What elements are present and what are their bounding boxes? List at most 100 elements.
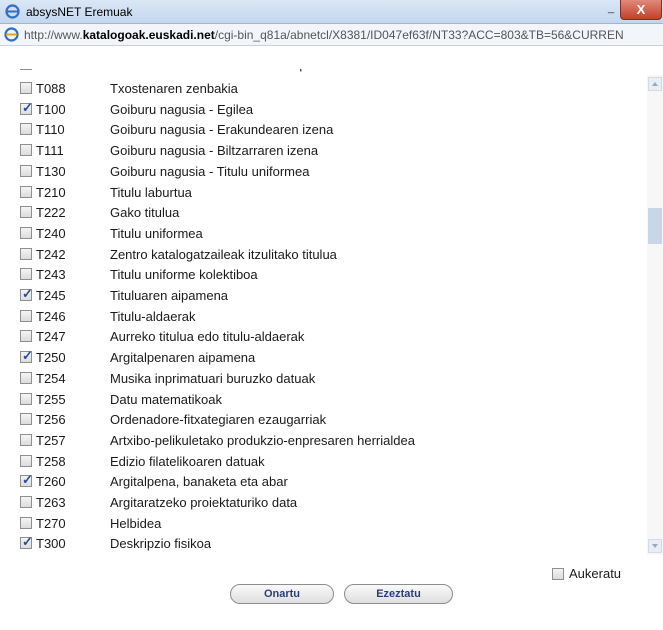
list-item[interactable]: T246 Titulu-aldaerak	[9, 307, 639, 327]
field-code: T245	[36, 288, 66, 303]
field-code: T300	[36, 536, 66, 552]
field-code: T240	[36, 225, 66, 241]
close-button[interactable]: X	[620, 0, 662, 20]
checkmark-icon: ✓	[22, 99, 33, 115]
list-item[interactable]: ✓ T260 Argitalpena, banaketa eta abar	[9, 472, 639, 492]
field-label: Zentro katalogatzaileak itzulitako titul…	[110, 246, 337, 262]
field-code: T110	[36, 122, 65, 138]
field-checkbox[interactable]	[20, 123, 32, 136]
list-item[interactable]: T270 Helbidea	[9, 514, 639, 534]
field-checkbox[interactable]: ✓	[20, 472, 33, 488]
field-label: Musika inprimatuari buruzko datuak	[110, 370, 316, 386]
field-checkbox[interactable]	[20, 185, 32, 198]
field-checkbox[interactable]	[20, 144, 32, 157]
field-label: Gako titulua	[110, 205, 180, 221]
minimize-button[interactable]: _	[608, 2, 614, 14]
cancel-button[interactable]: Ezeztatu	[344, 584, 453, 604]
field-label: Goiburu nagusia - Biltzarraren izena	[110, 143, 319, 159]
scroll-down-arrow-icon[interactable]	[648, 539, 662, 553]
field-code: T256	[36, 412, 66, 428]
field-label: Titulu uniformea	[110, 225, 203, 241]
ok-button[interactable]: Onartu	[230, 584, 334, 604]
field-code: T243	[36, 267, 66, 283]
field-code: T257	[36, 432, 66, 448]
list-item[interactable]: T243 Titulu uniforme kolektiboa	[9, 265, 639, 285]
checkmark-icon: ✓	[22, 472, 33, 488]
field-checkbox[interactable]	[20, 413, 32, 426]
field-label: Argitalpenaren aipamena	[110, 350, 256, 366]
list-item[interactable]: ✓ T300 Deskripzio fisikoa	[9, 534, 639, 554]
field-code: T258	[36, 453, 66, 469]
field-label: Goiburu nagusia - Erakundearen izena	[110, 122, 334, 138]
field-label: Edizio filatelikoaren datuak	[110, 453, 265, 469]
field-label: Dokumentu unibertsalaren sailkapen zenba…	[110, 69, 377, 72]
field-checkbox[interactable]	[20, 164, 32, 177]
field-checkbox[interactable]: ✓	[20, 348, 33, 364]
list-item[interactable]: T130 Goiburu nagusia - Titulu uniformea	[9, 162, 639, 182]
list-item[interactable]: ✓ T250 Argitalpenaren aipamena	[9, 348, 639, 368]
field-code: T247	[36, 329, 66, 345]
field-label: Ordenadore-fitxategiaren ezaugarriak	[110, 412, 327, 428]
list-item-partial[interactable]: T080 Dokumentu unibertsalaren sailkapen z…	[9, 69, 639, 75]
field-checkbox[interactable]	[20, 516, 32, 529]
window-title: absysNET Eremuak	[26, 5, 133, 19]
checkmark-icon: ✓	[22, 348, 33, 364]
list-item[interactable]: T222 Gako titulua	[9, 203, 639, 223]
field-label: Argitaratzeko proiektaturiko data	[110, 495, 298, 510]
field-code: T263	[36, 495, 66, 510]
field-checkbox[interactable]	[20, 69, 32, 70]
ie-page-icon	[4, 27, 19, 42]
field-checkbox[interactable]	[20, 268, 32, 281]
url-text: http://www.katalogoak.euskadi.net/cgi-bi…	[24, 28, 624, 42]
list-item[interactable]: T254 Musika inprimatuari buruzko datuak	[9, 369, 639, 389]
field-checkbox[interactable]	[20, 496, 32, 508]
field-code: T246	[36, 308, 66, 324]
field-code: T222	[36, 205, 66, 221]
field-label: Titulu laburtua	[110, 184, 192, 200]
list-item[interactable]: T111 Goiburu nagusia - Biltzarraren izena	[9, 141, 639, 161]
checkmark-icon: ✓	[22, 534, 33, 550]
list-item[interactable]: T110 Goiburu nagusia - Erakundearen izena	[9, 120, 639, 140]
select-all-checkbox[interactable]	[552, 568, 564, 580]
list-item[interactable]: ✓ T100 Goiburu nagusia - Egilea	[9, 100, 639, 120]
field-checkbox[interactable]: ✓	[20, 99, 33, 115]
list-item[interactable]: T263 Argitaratzeko proiektaturiko data	[9, 493, 639, 513]
list-item[interactable]: T247 Aurreko titulua edo titulu-aldaerak	[9, 327, 639, 347]
field-code: T130	[36, 163, 66, 179]
field-checkbox[interactable]	[20, 454, 32, 467]
list-item[interactable]: ✓ T245 Tituluaren aipamena	[9, 286, 639, 306]
field-code: T270	[36, 515, 66, 531]
field-code: T250	[36, 350, 66, 366]
field-code: T260	[36, 474, 66, 490]
list-item[interactable]: T255 Datu matematikoak	[9, 390, 639, 410]
scroll-thumb[interactable]	[648, 208, 662, 244]
field-checkbox[interactable]	[20, 330, 32, 343]
field-checkbox[interactable]	[20, 247, 32, 260]
list-item[interactable]: T258 Edizio filatelikoaren datuak	[9, 452, 639, 472]
scroll-up-arrow-icon[interactable]	[648, 77, 662, 91]
field-checkbox[interactable]	[20, 206, 32, 219]
field-code: T255	[36, 391, 66, 407]
field-checkbox[interactable]	[20, 309, 32, 322]
field-code: T080	[36, 69, 66, 72]
field-checkbox[interactable]	[20, 371, 32, 384]
field-checkbox[interactable]	[20, 392, 32, 405]
field-checkbox[interactable]: ✓	[20, 534, 33, 550]
list-item[interactable]: T210 Titulu laburtua	[9, 183, 639, 203]
field-checkbox[interactable]	[20, 82, 32, 94]
list-item[interactable]: T256 Ordenadore-fitxategiaren ezaugarriak	[9, 410, 639, 430]
field-label: Argitalpena, banaketa eta abar	[110, 474, 288, 490]
list-item[interactable]: T088 Txostenaren zenbakia	[9, 79, 639, 99]
list-item[interactable]: T240 Titulu uniformea	[9, 224, 639, 244]
list-item[interactable]: T242 Zentro katalogatzaileak itzulitako t…	[9, 245, 639, 265]
scrollbar[interactable]	[647, 75, 663, 555]
field-label: Artxibo-pelikuletako produkzio-enpresare…	[110, 432, 415, 448]
field-checkbox[interactable]: ✓	[20, 287, 33, 301]
url-path: /cgi-bin_q81a/abnetcl/X8381/ID047ef63f/N…	[214, 28, 624, 42]
address-bar: http://www.katalogoak.euskadi.net/cgi-bi…	[0, 24, 663, 46]
list-item[interactable]: T257 Artxibo-pelikuletako produkzio-enpre…	[9, 431, 639, 451]
field-label: Helbidea	[110, 515, 162, 531]
field-checkbox[interactable]	[20, 433, 32, 446]
field-label: Deskripzio fisikoa	[110, 536, 212, 552]
field-checkbox[interactable]	[20, 226, 32, 239]
